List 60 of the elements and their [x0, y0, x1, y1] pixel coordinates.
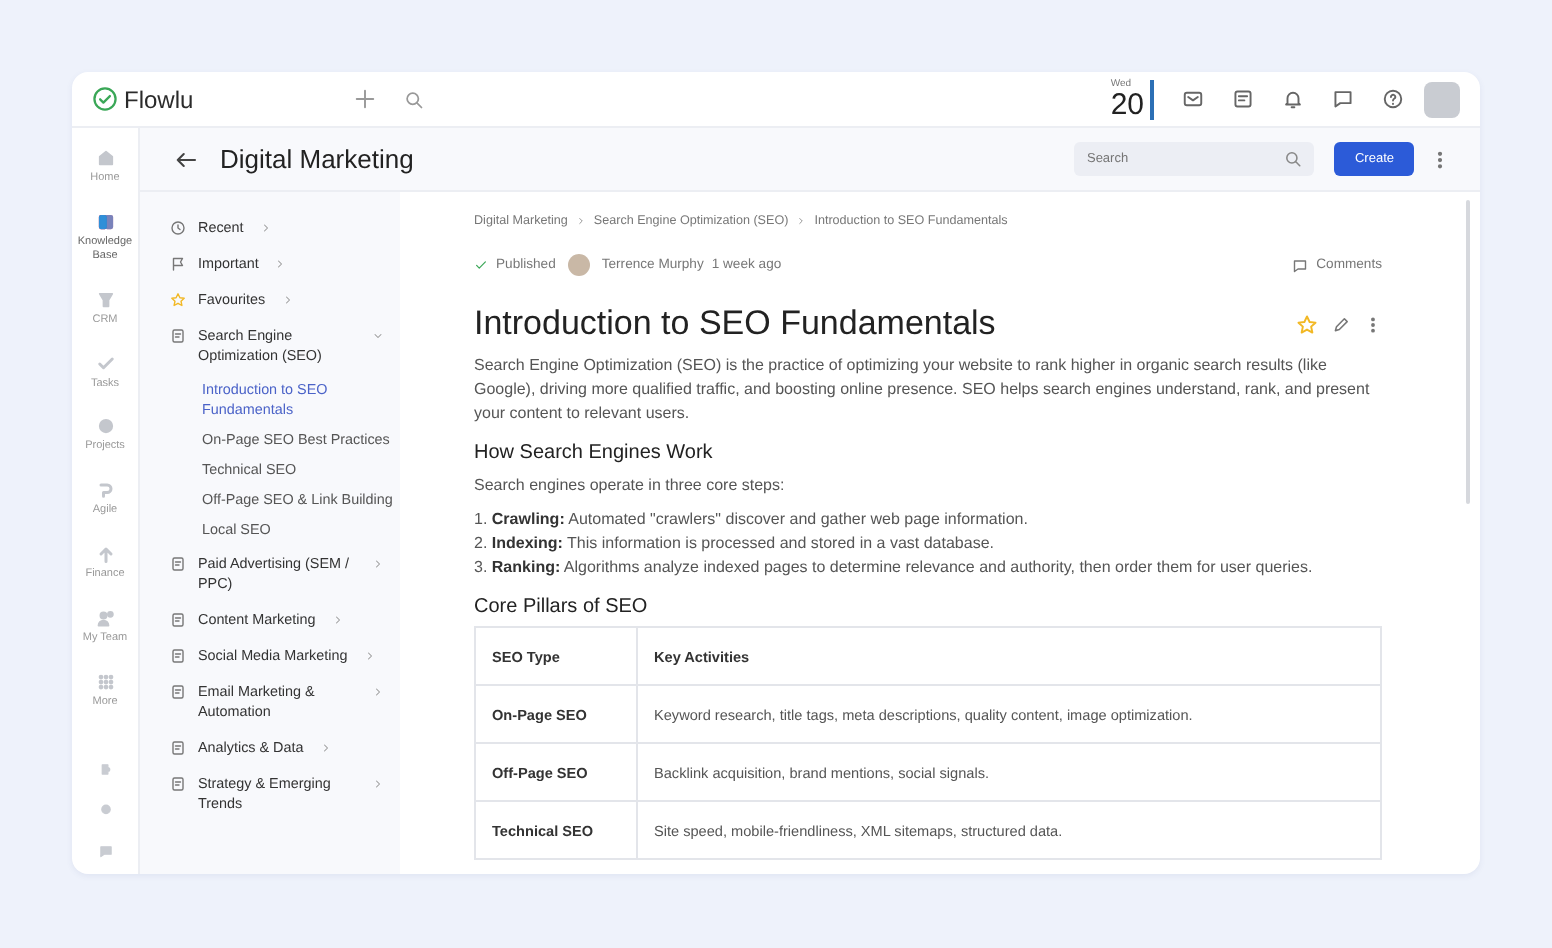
page-title: Digital Marketing	[220, 144, 414, 174]
scrollbar[interactable]	[1466, 200, 1470, 504]
document-icon	[170, 611, 186, 628]
step-item: 2. Indexing: This information is processed and stored in a vast database.	[474, 532, 996, 556]
step-item: 1. Crawling: Automated "crawlers" discover and gather web page information.	[474, 508, 1030, 532]
section-heading: How Search Engines Work	[474, 442, 715, 464]
pencil-icon[interactable]	[1332, 315, 1350, 333]
chevron-right-icon[interactable]	[372, 777, 384, 790]
chevron-right-icon[interactable]	[319, 741, 332, 754]
chevron-right-icon[interactable]	[363, 649, 376, 662]
back-arrow-icon[interactable]	[174, 147, 198, 171]
document-icon	[170, 739, 186, 756]
chat-bubble-icon[interactable]	[95, 843, 115, 859]
checkmark-icon	[95, 353, 115, 373]
search-icon[interactable]	[403, 89, 424, 109]
plus-icon[interactable]	[353, 88, 376, 110]
article-title: Introduction to SEO Fundamentals	[474, 304, 998, 344]
author-avatar	[567, 254, 590, 276]
star-icon	[170, 292, 186, 308]
search-icon	[1284, 150, 1303, 168]
people-icon	[95, 608, 115, 628]
document-icon	[170, 775, 186, 792]
day-number: 20	[1110, 89, 1144, 119]
funnel-icon	[95, 289, 115, 310]
grid-icon	[95, 671, 115, 692]
chevron-right-icon	[796, 216, 807, 226]
intro-paragraph: Search Engine Optimization (SEO) is the practice of optimizing your website to rank higher in organic search results (like Google), driving more qualified traffic, and boosting online presence. SEO helps search engines understand, rank, and present your content to relevant users.	[474, 354, 1372, 426]
avatar[interactable]	[1424, 81, 1460, 117]
date-divider	[1150, 79, 1154, 119]
chevron-right-icon[interactable]	[259, 222, 272, 234]
arrow-up-icon	[95, 544, 115, 565]
mail-icon[interactable]	[1182, 88, 1204, 110]
app-name[interactable]: Flowlu	[124, 85, 194, 113]
section-heading: Core Pillars of SEO	[474, 596, 650, 618]
bell-icon[interactable]	[1282, 88, 1304, 110]
document-icon	[170, 328, 186, 344]
chevron-right-icon[interactable]	[372, 557, 384, 570]
document-icon	[170, 683, 186, 700]
step-item: 3. Ranking: Algorithms analyze indexed pages to determine relevance and authority, then order them for user queries.	[474, 556, 1315, 580]
chevron-down-icon[interactable]	[372, 330, 384, 342]
chat-icon[interactable]	[1332, 88, 1354, 110]
chevron-right-icon[interactable]	[372, 685, 384, 698]
chevron-right-icon[interactable]	[281, 294, 294, 306]
circle-icon	[95, 416, 115, 437]
flag-icon	[170, 256, 186, 272]
comment-icon[interactable]	[1292, 257, 1309, 273]
document-icon	[170, 555, 186, 572]
house-icon	[95, 148, 115, 168]
checkmark-icon	[474, 258, 488, 272]
note-icon[interactable]	[1232, 88, 1254, 110]
check-circle-icon	[92, 86, 118, 112]
clock-icon	[170, 220, 186, 236]
chevron-right-icon[interactable]	[274, 258, 287, 270]
chevron-right-icon	[575, 216, 586, 226]
document-icon	[170, 647, 186, 664]
help-icon[interactable]	[1382, 88, 1404, 110]
book-icon	[95, 211, 115, 232]
star-icon[interactable]	[1296, 313, 1318, 335]
section-text: Search engines operate in three core steps:	[474, 474, 787, 498]
chevron-right-icon[interactable]	[331, 613, 344, 626]
